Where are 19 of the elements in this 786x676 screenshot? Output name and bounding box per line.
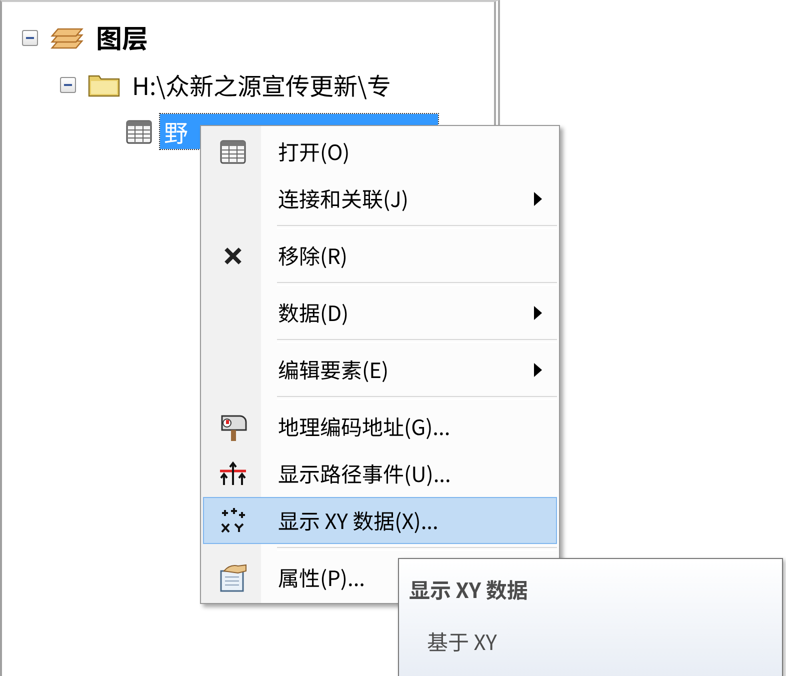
menu-item[interactable]: 显示路径事件(U)... [203, 450, 557, 497]
tooltip-title: 显示 XY 数据 [409, 575, 529, 605]
table-icon [126, 120, 152, 144]
table-icon [220, 140, 246, 164]
menu-item[interactable]: 数据(D) [203, 289, 557, 336]
close-icon [223, 246, 243, 266]
route-events-icon [218, 460, 248, 486]
tooltip-text: 基于 XY [427, 627, 498, 657]
menu-item[interactable]: 显示 XY 数据(X)... [203, 497, 557, 544]
menu-item[interactable]: 连接和关联(J) [203, 175, 557, 222]
menu-item[interactable]: 移除(R) [203, 232, 557, 279]
properties-icon [218, 562, 248, 592]
menu-item[interactable]: 地理编码地址(G)... [203, 403, 557, 450]
collapse-button[interactable] [60, 76, 76, 92]
menu-item[interactable]: 打开(O) [203, 128, 557, 175]
menu-item[interactable]: 编辑要素(E) [203, 346, 557, 393]
tree-item[interactable]: 图层 [92, 19, 152, 56]
tree-item[interactable]: H:\众新之源宣传更新\专 [128, 67, 395, 102]
collapse-button[interactable] [22, 30, 38, 46]
